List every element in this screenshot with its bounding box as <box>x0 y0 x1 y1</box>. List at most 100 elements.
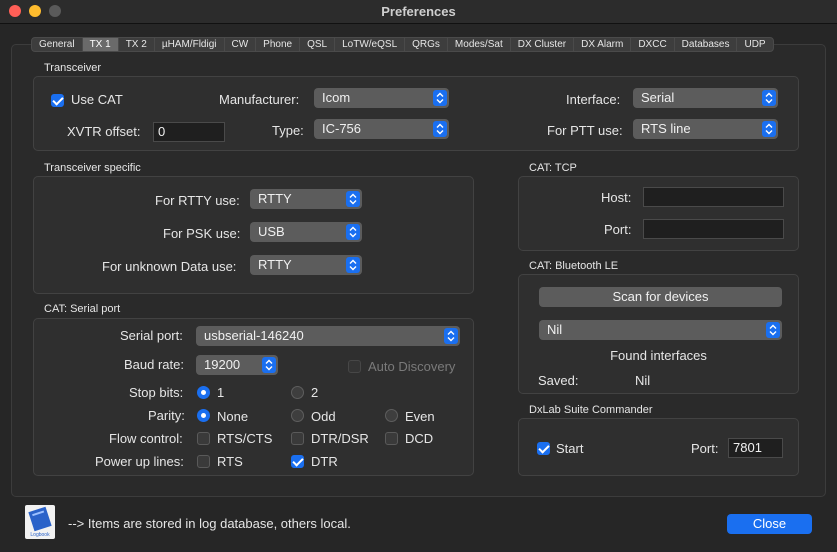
saved-value: Nil <box>635 373 651 388</box>
tab-phone[interactable]: Phone <box>256 38 301 51</box>
manufacturer-select[interactable]: Icom <box>314 88 449 108</box>
auto-discovery-label: Auto Discovery <box>368 359 456 374</box>
type-label: Type: <box>272 123 304 138</box>
stop-bits-1-label: 1 <box>217 385 225 400</box>
power-dtr-checkbox[interactable] <box>291 455 304 468</box>
psk-select[interactable]: USB <box>250 222 362 242</box>
tab-modes-sat[interactable]: Modes/Sat <box>448 38 511 51</box>
tab-dx-alarm[interactable]: DX Alarm <box>574 38 632 51</box>
power-up-lines-label: Power up lines: <box>95 454 184 469</box>
psk-value: USB <box>258 224 285 239</box>
tab-dxcc[interactable]: DXCC <box>631 38 675 51</box>
use-cat-label: Use CAT <box>71 92 123 107</box>
updown-arrows-icon <box>346 257 360 273</box>
parity-odd-label: Odd <box>311 409 336 424</box>
scan-devices-button[interactable]: Scan for devices <box>539 287 782 307</box>
updown-arrows-icon <box>346 191 360 207</box>
ptt-select[interactable]: RTS line <box>633 119 778 139</box>
stop-bits-1-radio[interactable] <box>197 386 210 399</box>
dxlab-port-field[interactable]: 7801 <box>728 438 783 458</box>
dxlab-title: DxLab Suite Commander <box>529 404 653 416</box>
tab-qrgs[interactable]: QRGs <box>405 38 448 51</box>
window-title: Preferences <box>381 4 456 19</box>
ptt-value: RTS line <box>641 121 691 136</box>
updown-arrows-icon <box>346 224 360 240</box>
stop-bits-label: Stop bits: <box>129 385 184 400</box>
dxlab-port-label: Port: <box>691 441 719 456</box>
flow-rts-cts-checkbox[interactable] <box>197 432 210 445</box>
transceiver-specific-title: Transceiver specific <box>44 162 141 174</box>
cat-bluetooth-title: CAT: Bluetooth LE <box>529 260 619 272</box>
tab-bar: General TX 1 TX 2 µHAM/Fldigi CW Phone Q… <box>31 37 774 52</box>
rtty-select[interactable]: RTTY <box>250 189 362 209</box>
tab-udp[interactable]: UDP <box>737 38 772 51</box>
interface-label: Interface: <box>566 92 621 107</box>
psk-label: For PSK use: <box>163 226 241 241</box>
bluetooth-device-value: Nil <box>547 322 563 337</box>
flow-dtr-dsr-checkbox[interactable] <box>291 432 304 445</box>
type-value: IC-756 <box>322 121 362 136</box>
serial-port-select[interactable]: usbserial-146240 <box>196 326 460 346</box>
tcp-port-label: Port: <box>604 222 632 237</box>
interface-value: Serial <box>641 90 675 105</box>
tab-databases[interactable]: Databases <box>675 38 738 51</box>
updown-arrows-icon <box>444 328 458 344</box>
updown-arrows-icon <box>433 90 447 106</box>
tab-tx1[interactable]: TX 1 <box>82 38 119 51</box>
interface-select[interactable]: Serial <box>633 88 778 108</box>
stop-bits-2-radio[interactable] <box>291 386 304 399</box>
saved-label: Saved: <box>538 373 579 388</box>
parity-none-label: None <box>217 409 249 424</box>
parity-even-label: Even <box>405 409 435 424</box>
power-rts-checkbox[interactable] <box>197 455 210 468</box>
parity-none-radio[interactable] <box>197 409 210 422</box>
xvtr-offset-label: XVTR offset: <box>67 124 141 139</box>
baud-rate-select[interactable]: 19200 <box>196 355 278 375</box>
tab-tx2[interactable]: TX 2 <box>119 38 155 51</box>
found-interfaces-label: Found interfaces <box>610 348 707 363</box>
parity-even-radio[interactable] <box>385 409 398 422</box>
tcp-host-field[interactable] <box>643 187 784 207</box>
tab-uham-fldigi[interactable]: µHAM/Fldigi <box>155 38 225 51</box>
flow-control-label: Flow control: <box>109 431 183 446</box>
unknown-data-value: RTTY <box>258 257 292 272</box>
title-bar: Preferences <box>0 0 837 24</box>
close-button[interactable]: Close <box>727 514 812 534</box>
bluetooth-device-select[interactable]: Nil <box>539 320 782 340</box>
ptt-label: For PTT use: <box>547 123 623 138</box>
xvtr-offset-field[interactable]: 0 <box>153 122 225 142</box>
auto-discovery-checkbox[interactable] <box>348 360 361 373</box>
cat-tcp-title: CAT: TCP <box>529 162 577 174</box>
dxlab-start-checkbox[interactable] <box>537 442 550 455</box>
manufacturer-value: Icom <box>322 90 351 105</box>
footer-note: --> Items are stored in log database, ot… <box>68 516 351 531</box>
updown-arrows-icon <box>762 90 776 106</box>
unknown-data-select[interactable]: RTTY <box>250 255 362 275</box>
rtty-label: For RTTY use: <box>155 193 240 208</box>
tab-lotw-eqsl[interactable]: LoTW/eQSL <box>335 38 406 51</box>
updown-arrows-icon <box>262 357 276 373</box>
updown-arrows-icon <box>433 121 447 137</box>
tcp-port-field[interactable] <box>643 219 784 239</box>
updown-arrows-icon <box>766 322 780 338</box>
tcp-host-label: Host: <box>601 190 632 205</box>
tab-qsl[interactable]: QSL <box>300 38 336 51</box>
power-rts-label: RTS <box>217 454 243 469</box>
flow-dcd-label: DCD <box>405 431 434 446</box>
flow-rts-cts-label: RTS/CTS <box>217 431 273 446</box>
logbook-icon-caption: Logbook <box>30 532 50 538</box>
use-cat-checkbox[interactable] <box>51 94 64 107</box>
stop-bits-2-label: 2 <box>311 385 319 400</box>
tab-cw[interactable]: CW <box>225 38 257 51</box>
logbook-icon: Logbook <box>25 505 55 539</box>
tab-general[interactable]: General <box>32 38 83 51</box>
serial-port-value: usbserial-146240 <box>204 328 304 343</box>
type-select[interactable]: IC-756 <box>314 119 449 139</box>
serial-port-label: Serial port: <box>120 328 183 343</box>
baud-rate-label: Baud rate: <box>124 357 184 372</box>
baud-rate-value: 19200 <box>204 357 241 372</box>
updown-arrows-icon <box>762 121 776 137</box>
parity-odd-radio[interactable] <box>291 409 304 422</box>
flow-dcd-checkbox[interactable] <box>385 432 398 445</box>
tab-dx-cluster[interactable]: DX Cluster <box>511 38 575 51</box>
